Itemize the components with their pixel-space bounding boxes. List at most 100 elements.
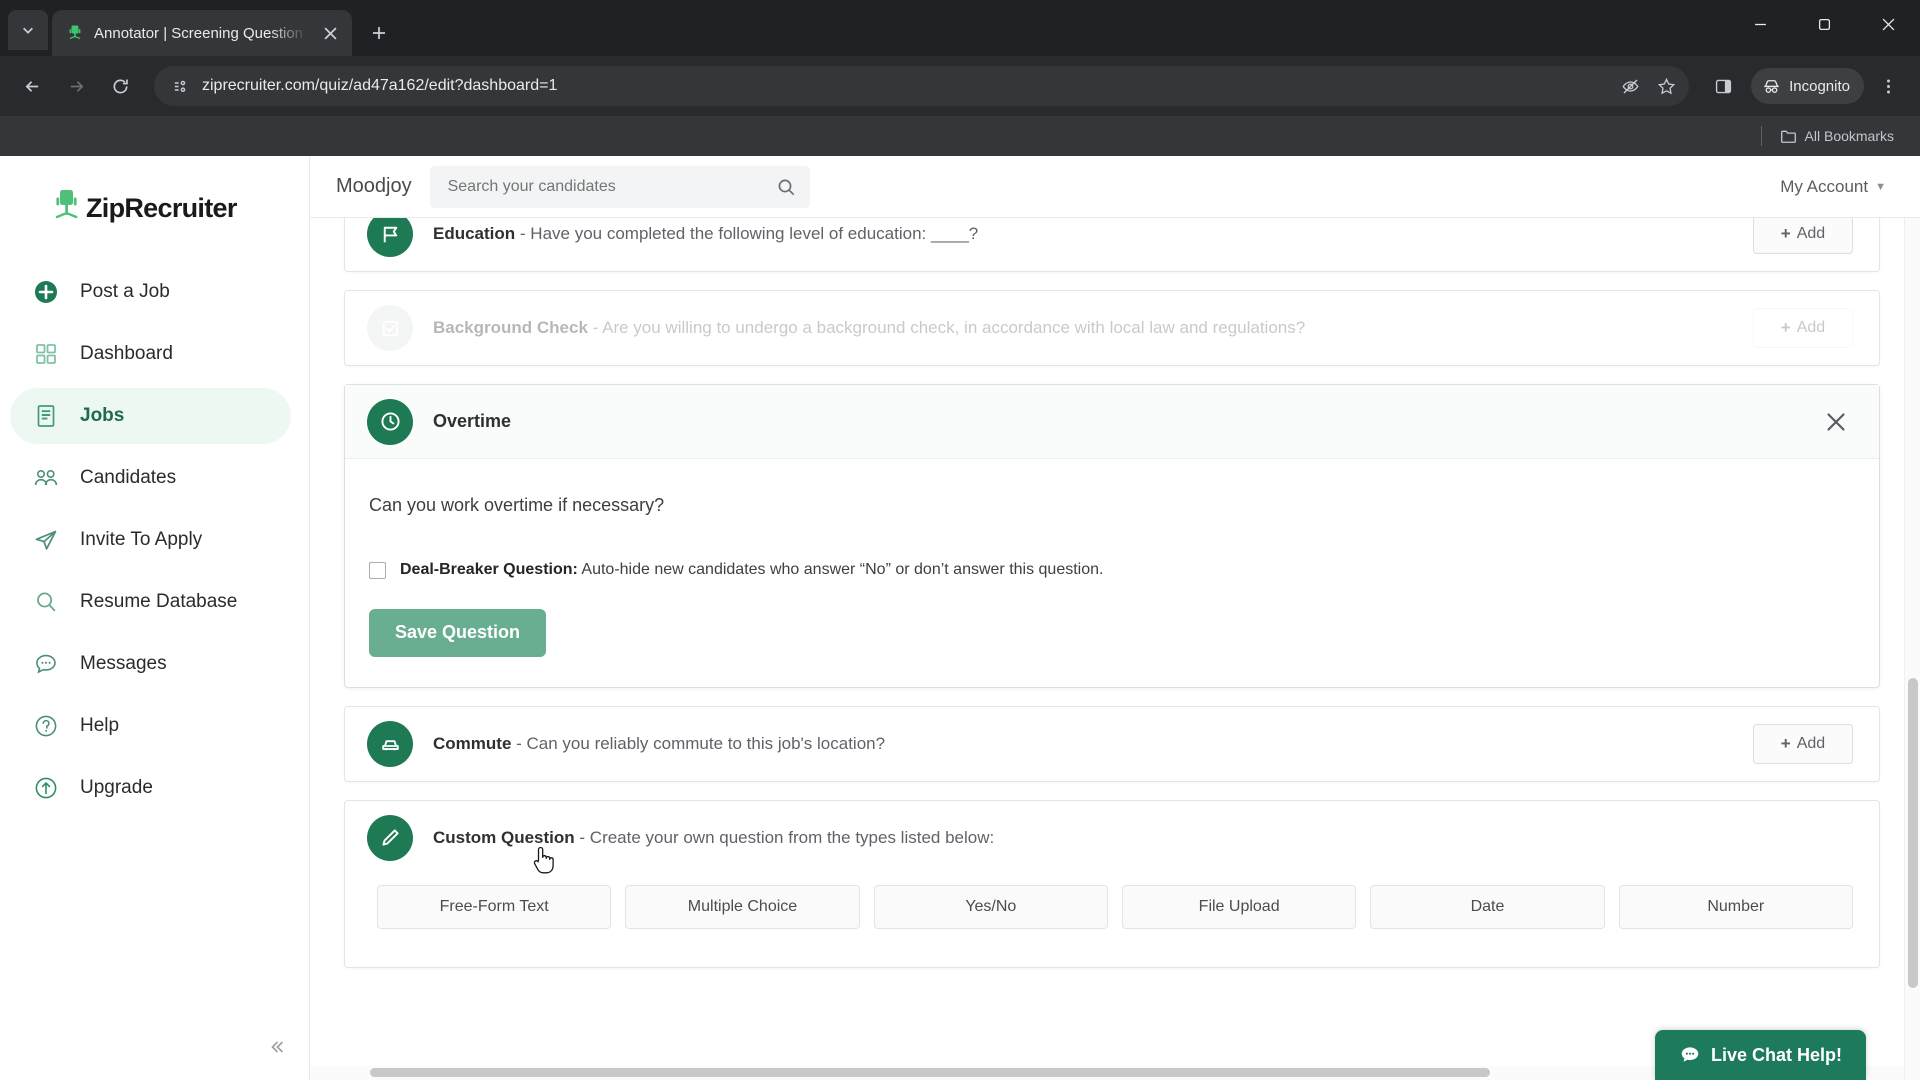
tab-title: Annotator | Screening Question <box>94 24 304 42</box>
question-type-free-form-text[interactable]: Free-Form Text <box>377 884 612 929</box>
question-prompt: Can you work overtime if necessary? <box>369 495 665 515</box>
page-viewport: ZipRecruiter Post a Job Dashboard Jobs C… <box>0 156 1920 1080</box>
close-question-button[interactable] <box>1819 405 1853 439</box>
sidebar-item-dashboard[interactable]: Dashboard <box>10 326 291 382</box>
add-question-button[interactable]: + Add <box>1753 308 1853 348</box>
incognito-hat-icon <box>1764 79 1779 93</box>
tab-search-button[interactable] <box>8 10 48 50</box>
maximize-button[interactable] <box>1792 0 1856 48</box>
tracking-protection-button[interactable] <box>1613 69 1647 103</box>
bookmark-button[interactable] <box>1649 69 1683 103</box>
questions-scroll-area[interactable]: Education - Have you completed the follo… <box>310 218 1920 1080</box>
omnibox-actions <box>1613 69 1683 103</box>
search-icon[interactable] <box>776 177 796 197</box>
folder-icon <box>1780 130 1796 143</box>
browser-window: Annotator | Screening Question ziprecrui… <box>0 0 1920 1080</box>
grid-dashboard-icon <box>32 340 60 368</box>
sidebar-item-upgrade[interactable]: Upgrade <box>10 760 291 816</box>
sidebar-item-invite-to-apply[interactable]: Invite To Apply <box>10 512 291 568</box>
question-circle-icon <box>32 712 60 740</box>
address-bar[interactable]: ziprecruiter.com/quiz/ad47a162/edit?dash… <box>154 66 1690 106</box>
app-sidebar: ZipRecruiter Post a Job Dashboard Jobs C… <box>0 156 310 1080</box>
close-window-button[interactable] <box>1856 0 1920 48</box>
question-type-multiple-choice[interactable]: Multiple Choice <box>625 884 860 929</box>
sidebar-item-help[interactable]: Help <box>10 698 291 754</box>
sidebar-item-label: Candidates <box>80 467 177 488</box>
add-label: Add <box>1796 319 1826 336</box>
back-button[interactable] <box>12 66 52 106</box>
close-icon <box>323 26 337 40</box>
document-list-icon <box>32 402 60 430</box>
reload-icon <box>112 78 128 94</box>
deal-breaker-checkbox[interactable] <box>369 562 386 579</box>
question-description: - Can you reliably commute to this job's… <box>516 733 886 753</box>
url-text: ziprecruiter.com/quiz/ad47a162/edit?dash… <box>202 77 558 94</box>
plus-icon: + <box>1780 224 1791 243</box>
forward-arrow-icon <box>70 80 83 92</box>
custom-question-card: Custom Question - Create your own questi… <box>344 799 1880 968</box>
question-type-date[interactable]: Date <box>1370 884 1605 929</box>
question-card-education: Education - Have you completed the follo… <box>344 218 1880 272</box>
new-tab-button[interactable] <box>362 16 396 50</box>
bookmarks-bar: All Bookmarks <box>0 116 1920 156</box>
search-input[interactable] <box>447 177 766 196</box>
browser-tab[interactable]: Annotator | Screening Question <box>52 10 352 56</box>
question-description: - Have you completed the following level… <box>519 224 979 243</box>
bookmark-separator <box>1760 126 1762 146</box>
chat-bubble-icon <box>1679 1044 1701 1066</box>
vertical-scrollbar[interactable] <box>1904 218 1920 1080</box>
forward-button[interactable] <box>56 66 96 106</box>
ziprecruiter-logo[interactable]: ZipRecruiter <box>0 174 309 242</box>
question-type-number[interactable]: Number <box>1618 884 1853 929</box>
add-question-button[interactable]: + Add <box>1753 218 1853 254</box>
question-card-commute: Commute - Can you reliably commute to th… <box>344 705 1880 782</box>
sidebar-item-post-a-job[interactable]: Post a Job <box>10 264 291 320</box>
question-text: Commute - Can you reliably commute to th… <box>433 734 1733 754</box>
add-label: Add <box>1796 225 1826 242</box>
incognito-indicator[interactable]: Incognito <box>1751 68 1864 104</box>
magnifier-icon <box>32 588 60 616</box>
sidebar-item-label: Upgrade <box>80 777 153 798</box>
sidebar-item-candidates[interactable]: Candidates <box>10 450 291 506</box>
chat-bubble-icon <box>32 650 60 678</box>
my-account-menu[interactable]: My Account ▼ <box>1780 177 1886 197</box>
app-header: Moodjoy My Account ▼ <box>310 156 1920 218</box>
live-chat-help-button[interactable]: Live Chat Help! <box>1654 1030 1866 1080</box>
maximize-icon <box>1818 18 1830 30</box>
question-row[interactable]: Background Check - Are you willing to un… <box>345 291 1879 365</box>
clock-icon <box>367 398 413 445</box>
green-office-chair-icon <box>55 190 78 219</box>
vertical-scrollbar-thumb[interactable] <box>1908 678 1918 988</box>
sidebar-item-resume-database[interactable]: Resume Database <box>10 574 291 630</box>
sidebar-item-jobs[interactable]: Jobs <box>10 388 291 444</box>
deal-breaker-row[interactable]: Deal-Breaker Question: Auto-hide new can… <box>369 560 1853 581</box>
candidate-search[interactable] <box>429 165 810 208</box>
all-bookmarks-button[interactable]: All Bookmarks <box>1772 124 1902 149</box>
custom-question-header: Custom Question - Create your own questi… <box>345 801 1879 875</box>
education-flag-icon <box>367 218 413 257</box>
tab-close-button[interactable] <box>318 21 342 45</box>
sidebar-item-messages[interactable]: Messages <box>10 636 291 692</box>
up-arrow-circle-icon <box>32 774 60 802</box>
minimize-button[interactable] <box>1728 0 1792 48</box>
sidebar-nav: Post a Job Dashboard Jobs Candidates Inv… <box>0 264 309 816</box>
side-panel-button[interactable] <box>1703 66 1743 106</box>
sidebar-item-label: Dashboard <box>80 343 173 364</box>
page-info-icon[interactable] <box>170 76 190 96</box>
window-close-icon <box>1882 18 1894 30</box>
ziprecruiter-chair-icon <box>66 24 84 42</box>
window-controls <box>1728 0 1920 48</box>
save-question-button[interactable]: Save Question <box>369 608 547 657</box>
question-row[interactable]: Commute - Can you reliably commute to th… <box>345 707 1879 781</box>
question-type-file-upload[interactable]: File Upload <box>1121 884 1357 929</box>
sidebar-collapse-button[interactable] <box>262 1032 292 1062</box>
reload-button[interactable] <box>100 66 140 106</box>
deal-breaker-label: Deal-Breaker Question: Auto-hide new can… <box>400 560 1103 581</box>
horizontal-scrollbar-thumb[interactable] <box>370 1068 1490 1077</box>
sidebar-item-label: Help <box>80 715 120 736</box>
question-row[interactable]: Education - Have you completed the follo… <box>345 218 1879 271</box>
eye-off-icon <box>1622 79 1639 93</box>
add-question-button[interactable]: + Add <box>1753 723 1853 764</box>
chrome-menu-button[interactable] <box>1868 66 1908 106</box>
question-type-yes-no[interactable]: Yes/No <box>873 884 1108 929</box>
